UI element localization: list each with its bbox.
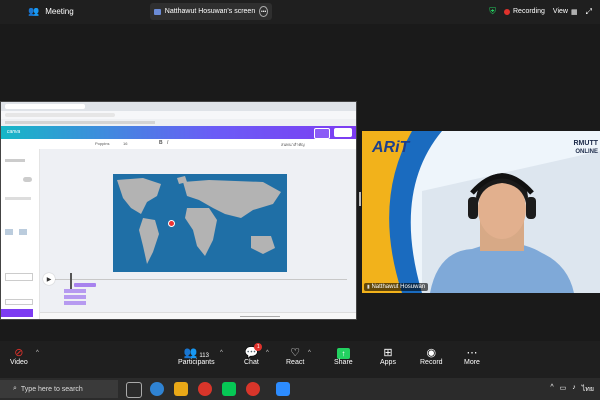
meeting-info[interactable]: 👥 Meeting <box>28 6 74 17</box>
chrome-profile-icon[interactable] <box>246 382 260 396</box>
share-button[interactable]: ↑ Share <box>334 343 353 366</box>
chat-button[interactable]: 💬 1 Chat <box>244 343 263 366</box>
shared-screen[interactable]: canva Poppins 16 B I สนทนาสำคัญ ▶ <box>0 101 357 320</box>
task-view-icon[interactable] <box>126 382 142 398</box>
screen-share-pill[interactable]: Natthawut Hosuwan's screen ••• <box>150 3 272 20</box>
file-explorer-icon[interactable] <box>174 382 188 396</box>
canva-timeline[interactable] <box>52 273 347 291</box>
zoom-slider[interactable] <box>240 316 280 317</box>
view-grid-icon: ▦ <box>570 8 578 16</box>
chat-icon: 💬 1 <box>245 343 263 359</box>
chat-options-chevron-icon[interactable]: ^ <box>266 350 269 356</box>
react-button[interactable]: ♡ React <box>286 343 304 366</box>
canva-tab-label[interactable]: สนทนาสำคัญ <box>281 141 305 148</box>
recording-dot-icon <box>504 8 510 15</box>
recording-label: Recording <box>513 8 545 15</box>
participant-video-tile[interactable]: ARiT RMUTT ONLINE ▮ Natthawut Hosuwan <box>362 131 600 293</box>
fullscreen-icon[interactable]: ⤢ <box>586 7 592 17</box>
participants-label: Participants <box>178 359 215 366</box>
participants-options-chevron-icon[interactable]: ^ <box>220 350 223 356</box>
record-label: Record <box>420 359 443 366</box>
browser-address-bar <box>1 111 356 119</box>
video-label: Video <box>10 359 28 366</box>
chat-badge: 1 <box>254 343 263 351</box>
screen-options-icon[interactable]: ••• <box>259 6 268 17</box>
search-icon: ⌕ <box>13 385 17 392</box>
signal-icon: ▮ <box>367 284 370 290</box>
view-label: View <box>552 8 568 15</box>
screen-thumbnail-icon <box>154 8 161 15</box>
search-placeholder: Type here to search <box>20 385 83 393</box>
canva-side-panel <box>1 149 40 319</box>
toggle-switch[interactable] <box>23 177 32 182</box>
line-icon[interactable] <box>222 382 236 396</box>
network-icon[interactable]: ▭ <box>560 384 567 395</box>
more-dots-icon: ⋯ <box>466 347 478 359</box>
volume-icon[interactable]: ♪ <box>572 384 576 395</box>
canva-header: canva <box>1 126 356 139</box>
video-off-icon: ⊘ <box>14 347 24 359</box>
chrome-icon[interactable] <box>198 382 212 396</box>
react-options-chevron-icon[interactable]: ^ <box>308 350 311 356</box>
system-tray: ^ ▭ ♪ ไทย <box>550 384 594 395</box>
participants-icon-row: 👥 113 <box>184 343 209 359</box>
play-button[interactable]: ▶ <box>43 273 55 285</box>
canva-canvas[interactable]: ▶ <box>40 149 356 319</box>
os-taskbar: ⌕ Type here to search ^ ▭ ♪ ไทย <box>0 378 600 400</box>
italic-icon[interactable]: I <box>167 140 168 146</box>
meeting-controls: ⊘ Video ^ 👥 113 Participants ^ 💬 1 Chat ^ … <box>0 341 600 378</box>
canva-share-button[interactable] <box>334 128 352 137</box>
canva-logo: canva <box>7 129 21 135</box>
brand-logo: ARiT <box>372 139 410 156</box>
participant-name-tag: ▮ Natthawut Hosuwan <box>364 283 429 291</box>
meeting-label: Meeting <box>45 7 74 16</box>
org-name: RMUTT <box>573 140 599 147</box>
browser-tabs <box>1 102 356 111</box>
bold-icon[interactable]: B <box>159 140 163 146</box>
more-button[interactable]: ⋯ More <box>464 343 480 366</box>
apps-grid-icon: ⊞ <box>383 347 393 359</box>
share-label: Share <box>334 359 353 366</box>
tray-chevron-icon[interactable]: ^ <box>550 384 553 395</box>
language-indicator[interactable]: ไทย <box>582 384 594 395</box>
edge-icon[interactable] <box>150 382 164 396</box>
zoom-icon[interactable] <box>276 382 290 396</box>
taskbar-search[interactable]: ⌕ Type here to search <box>0 380 118 398</box>
heart-icon: ♡ <box>290 347 301 359</box>
location-pin-icon <box>168 220 175 227</box>
screen-title: Natthawut Hosuwan's screen <box>164 8 256 15</box>
meeting-stage: canva Poppins 16 B I สนทนาสำคัญ ▶ ARiT R… <box>0 24 600 341</box>
view-button[interactable]: View ▦ <box>553 8 578 16</box>
record-icon: ◉ <box>426 347 437 359</box>
participants-button[interactable]: 👥 113 Participants <box>178 343 215 366</box>
canva-purple-button[interactable] <box>1 309 33 317</box>
share-icon-wrap: ↑ <box>336 343 350 359</box>
canva-status-bar <box>40 312 356 319</box>
chat-label: Chat <box>244 359 259 366</box>
recording-indicator[interactable]: Recording <box>504 8 545 15</box>
browser-bookmarks-bar <box>1 119 356 126</box>
share-screen-icon: ↑ <box>336 348 350 359</box>
panel-resize-handle[interactable] <box>359 192 361 206</box>
encryption-shield-icon[interactable]: ⛨ <box>489 6 496 17</box>
apps-button[interactable]: ⊞ Apps <box>380 343 396 366</box>
meeting-topbar: 👥 Meeting Natthawut Hosuwan's screen •••… <box>0 0 600 24</box>
record-button[interactable]: ◉ Record <box>420 343 443 366</box>
canva-present-button[interactable] <box>314 128 330 139</box>
world-map-svg <box>113 174 287 272</box>
org-sub: ONLINE <box>575 149 598 155</box>
react-label: React <box>286 359 305 366</box>
video-button[interactable]: ⊘ Video <box>10 343 28 366</box>
font-select[interactable]: Poppins <box>95 141 109 146</box>
participant-name: Natthawut Hosuwan <box>371 284 426 290</box>
more-label: More <box>464 359 480 366</box>
apps-label: Apps <box>380 359 396 366</box>
video-options-chevron-icon[interactable]: ^ <box>36 350 39 356</box>
meeting-icon: 👥 <box>28 6 40 16</box>
participants-icon: 👥 <box>183 347 198 359</box>
font-size-select[interactable]: 16 <box>123 141 127 146</box>
world-map-image <box>113 174 287 272</box>
